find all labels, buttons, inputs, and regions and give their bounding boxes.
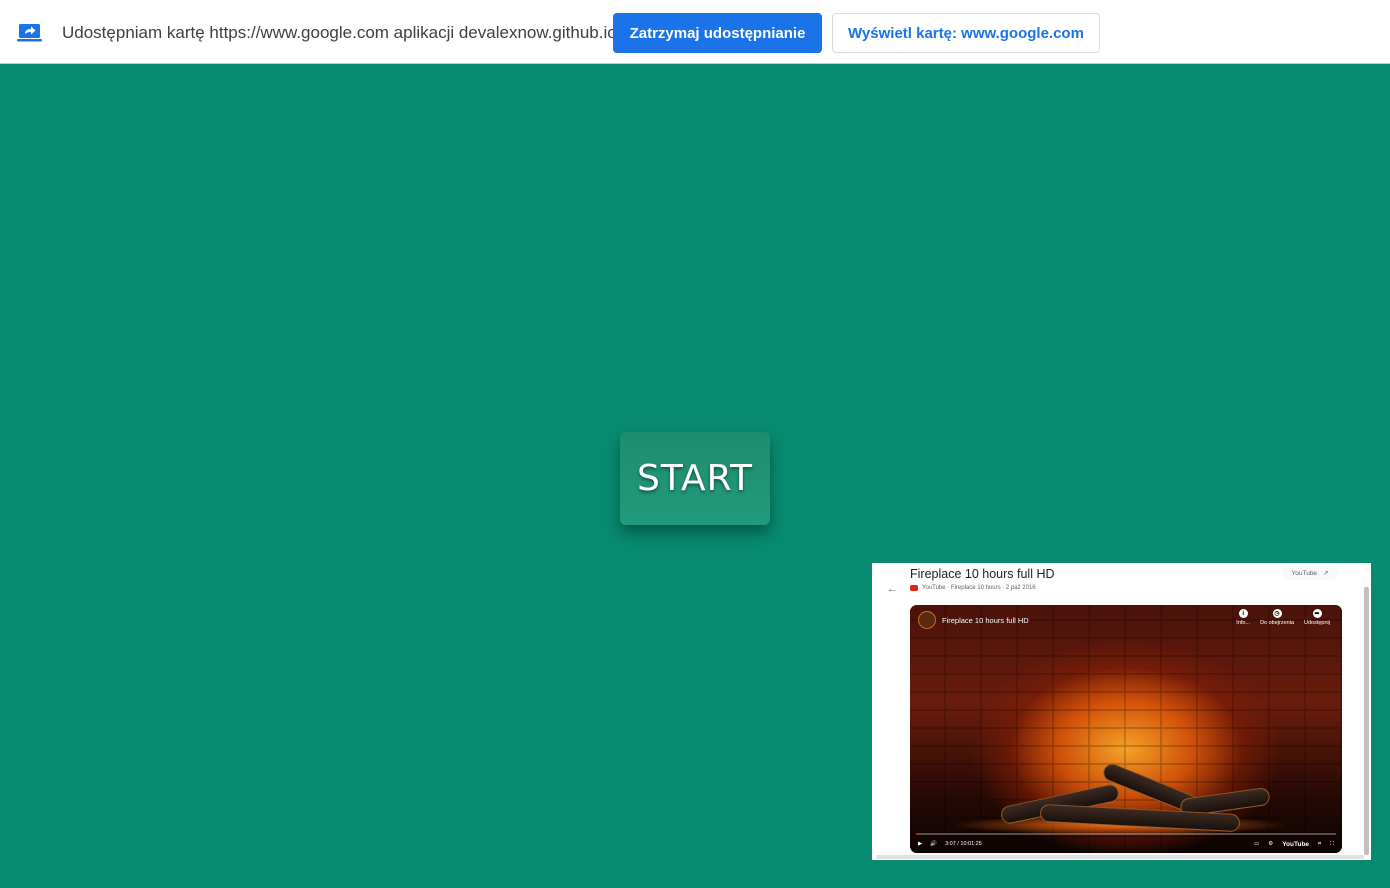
stop-sharing-button[interactable]: Zatrzymaj udostępnianie [613,13,822,53]
source-chip[interactable]: YouTube ↗ [1282,566,1338,580]
youtube-logo[interactable]: YouTube [1282,841,1309,848]
video-player[interactable]: Fireplace 10 hours full HD i Info... ◷ D… [910,605,1342,853]
watch-later-button[interactable]: ◷ Do obejrzenia [1260,609,1294,626]
video-title[interactable]: Fireplace 10 hours full HD [942,616,1029,625]
channel-avatar[interactable] [918,611,936,629]
info-button[interactable]: i Info... [1236,609,1250,626]
logs-image [980,761,1280,833]
video-header: Fireplace 10 hours full HD [918,611,1029,629]
share-button[interactable]: ➦ Udostępnij [1304,609,1330,626]
sharing-message: Udostępniam kartę https://www.google.com… [62,23,617,42]
start-button[interactable]: START [620,432,770,525]
youtube-icon [910,585,918,591]
external-link-icon: ↗ [1323,570,1329,577]
clock-icon: ◷ [1272,609,1282,618]
video-time: 3:07 / 10:01:25 [945,841,982,847]
view-tab-button[interactable]: Wyświetl kartę: www.google.com [832,13,1100,53]
preview-horizontal-scrollbar[interactable] [876,855,1364,859]
info-icon: i [1238,609,1248,618]
settings-icon[interactable]: ⚙ [1268,841,1273,847]
preview-subtitle: YouTube · Fireplace 10 hours · 2 paź 201… [910,585,1036,591]
share-icon: ➦ [1312,609,1322,618]
play-icon[interactable]: ▶ [918,841,922,847]
video-controls: ▶ 🔊 3:07 / 10:01:25 ▭ ⚙ YouTube ⌗ ⛶ [918,838,1334,850]
preview-title: Fireplace 10 hours full HD [910,567,1055,581]
shared-tab-preview[interactable]: ← Fireplace 10 hours full HD YouTube · F… [872,563,1371,860]
fullscreen-icon[interactable]: ⛶ [1330,841,1334,848]
tab-sharing-infobar: Udostępniam kartę https://www.google.com… [0,0,1390,64]
volume-icon[interactable]: 🔊 [930,841,937,847]
preview-scrollbar[interactable] [1364,587,1369,855]
video-actions: i Info... ◷ Do obejrzenia ➦ Udostępnij [1236,609,1330,626]
screen-share-icon [17,24,42,42]
cast-icon[interactable]: ⌗ [1318,841,1321,848]
subtitles-icon[interactable]: ▭ [1254,841,1259,847]
back-arrow-icon: ← [887,583,898,595]
video-progress-bar[interactable] [916,833,1336,835]
